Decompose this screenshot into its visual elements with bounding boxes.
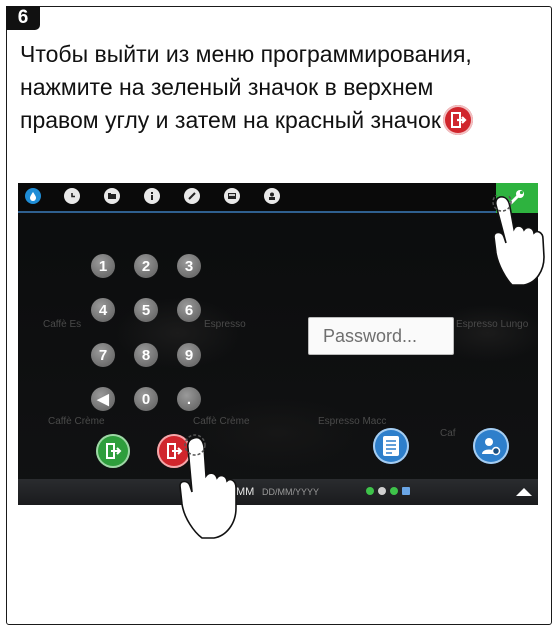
bg-label: Espresso Macc: [318, 416, 387, 427]
instruction-line-2: нажмите на зеленый значок в верхнем: [20, 74, 434, 100]
bg-label: Espresso: [204, 319, 246, 330]
instruction-line-1: Чтобы выйти из меню программирования,: [20, 41, 472, 67]
info-icon[interactable]: [144, 188, 160, 204]
exit-door-icon: [106, 443, 122, 459]
expand-up-icon[interactable]: [516, 488, 532, 496]
hand-pointer-icon: [492, 195, 545, 286]
password-input[interactable]: Password...: [308, 317, 454, 355]
key-backspace[interactable]: ◀: [91, 387, 115, 411]
bg-label: Caffè Es: [43, 319, 82, 330]
key-9[interactable]: 9: [177, 343, 201, 367]
bg-label: Espresso Lungo: [456, 319, 529, 330]
status-ok-icon: [390, 487, 398, 495]
water-drop-icon[interactable]: [25, 188, 41, 204]
folder-icon[interactable]: [104, 188, 120, 204]
instruction-line-3: правом углу и затем на красный значок: [20, 104, 550, 137]
user-settings-button[interactable]: [473, 428, 509, 464]
step-number-badge: 6: [6, 6, 40, 30]
key-1[interactable]: 1: [91, 254, 115, 278]
clock-icon[interactable]: [64, 188, 80, 204]
top-menu-bar: [18, 183, 538, 213]
key-3[interactable]: 3: [177, 254, 201, 278]
status-bar: MM DD/MM/YYYY: [18, 479, 538, 505]
key-2[interactable]: 2: [134, 254, 158, 278]
key-4[interactable]: 4: [91, 298, 115, 322]
key-6[interactable]: 6: [177, 298, 201, 322]
bg-label: Caffè Crème: [48, 416, 105, 427]
bg-label: Caf: [440, 428, 456, 439]
checklist-icon: [383, 436, 399, 456]
user-badge-icon[interactable]: [264, 188, 280, 204]
speaker-icon: [378, 487, 386, 495]
key-7[interactable]: 7: [91, 343, 115, 367]
red-exit-icon: [442, 104, 473, 135]
key-5[interactable]: 5: [134, 298, 158, 322]
key-dot[interactable]: .: [177, 387, 201, 411]
bg-label: Caffè Crème: [193, 416, 250, 427]
key-0[interactable]: 0: [134, 387, 158, 411]
checklist-button[interactable]: [373, 428, 409, 464]
usb-icon: [402, 487, 410, 495]
key-8[interactable]: 8: [134, 343, 158, 367]
device-screen: Caffè Es Espresso Caffè Crème Caffè Crèm…: [18, 183, 538, 505]
green-exit-button[interactable]: [96, 434, 130, 468]
date-format-label: DD/MM/YYYY: [262, 487, 320, 497]
instruction-text: Чтобы выйти из меню программирования, на…: [20, 38, 550, 137]
pencil-icon[interactable]: [184, 188, 200, 204]
screen-icon[interactable]: [224, 188, 240, 204]
hand-pointer-icon: [179, 434, 237, 539]
wifi-icon: [366, 487, 374, 495]
status-icons: [366, 487, 410, 495]
user-gear-icon: [482, 438, 501, 456]
instruction-line-3-text: правом углу и затем на красный значок: [20, 107, 441, 133]
